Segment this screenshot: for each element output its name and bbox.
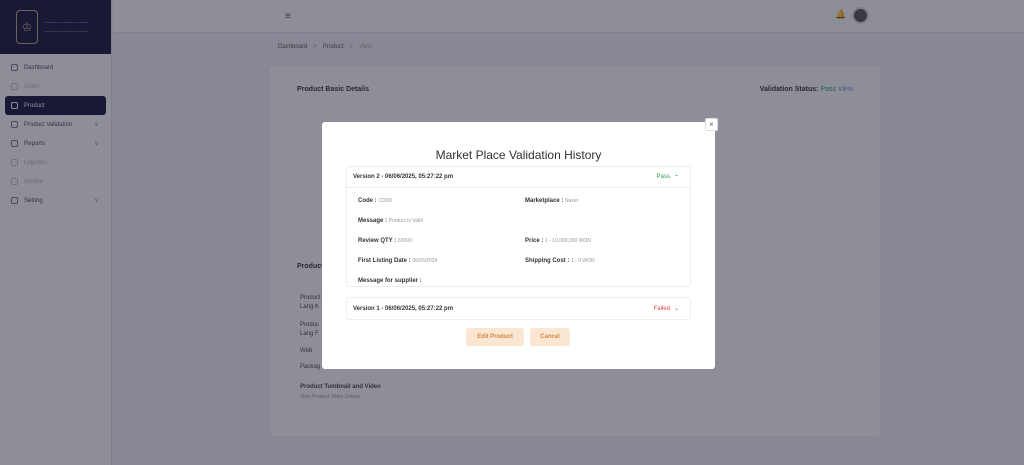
review-qty-field: Review QTY : 60000 <box>358 238 412 244</box>
code-field: Code : C0001 <box>358 198 394 204</box>
version-label: Version 1 - 06/06/2025, 05:27:22 pm <box>353 305 454 312</box>
modal-title: Market Place Validation History <box>435 148 602 162</box>
version-panel: Version 2 - 06/06/2025, 05:27:22 pm Pass… <box>346 166 691 287</box>
status-badge: Pass <box>656 174 670 180</box>
message-field: Message : Product is Valid <box>358 218 424 224</box>
supplier-message-field: Message for supplier : <box>358 278 422 284</box>
chevron-up-icon: ⌃ <box>673 174 679 181</box>
status-badge: Failed <box>653 305 670 312</box>
marketplace-field: Marketplace : Naver <box>525 198 579 204</box>
shipping-cost-field: Shipping Cost : 1 - 0 WON <box>525 258 595 264</box>
chevron-down-icon: ⌄ <box>673 306 679 312</box>
validation-history-modal: Market Place Validation History Version … <box>322 122 715 369</box>
price-field: Price : 1 - 10,000,000 WON <box>525 238 591 244</box>
version-label: Version 2 - 06/06/2025, 05:27:22 pm <box>353 174 454 180</box>
version-body: Code : C0001 Marketplace : Naver Message… <box>347 188 690 286</box>
version-header[interactable]: Version 1 - 06/06/2025, 05:27:22 pm Fail… <box>347 298 690 319</box>
version-status: Failed ⌄ <box>653 305 679 313</box>
first-listing-date-field: First Listing Date : 06/05/2024 <box>358 258 438 264</box>
cancel-button[interactable]: Cancel <box>530 328 570 346</box>
edit-product-button[interactable]: Edit Product <box>466 328 524 346</box>
close-icon[interactable]: × <box>705 118 718 131</box>
version-status: Pass ⌃ <box>657 174 679 181</box>
version-header[interactable]: Version 2 - 06/06/2025, 05:27:22 pm Pass… <box>347 167 690 188</box>
version-panel: Version 1 - 06/06/2025, 05:27:22 pm Fail… <box>346 297 691 320</box>
